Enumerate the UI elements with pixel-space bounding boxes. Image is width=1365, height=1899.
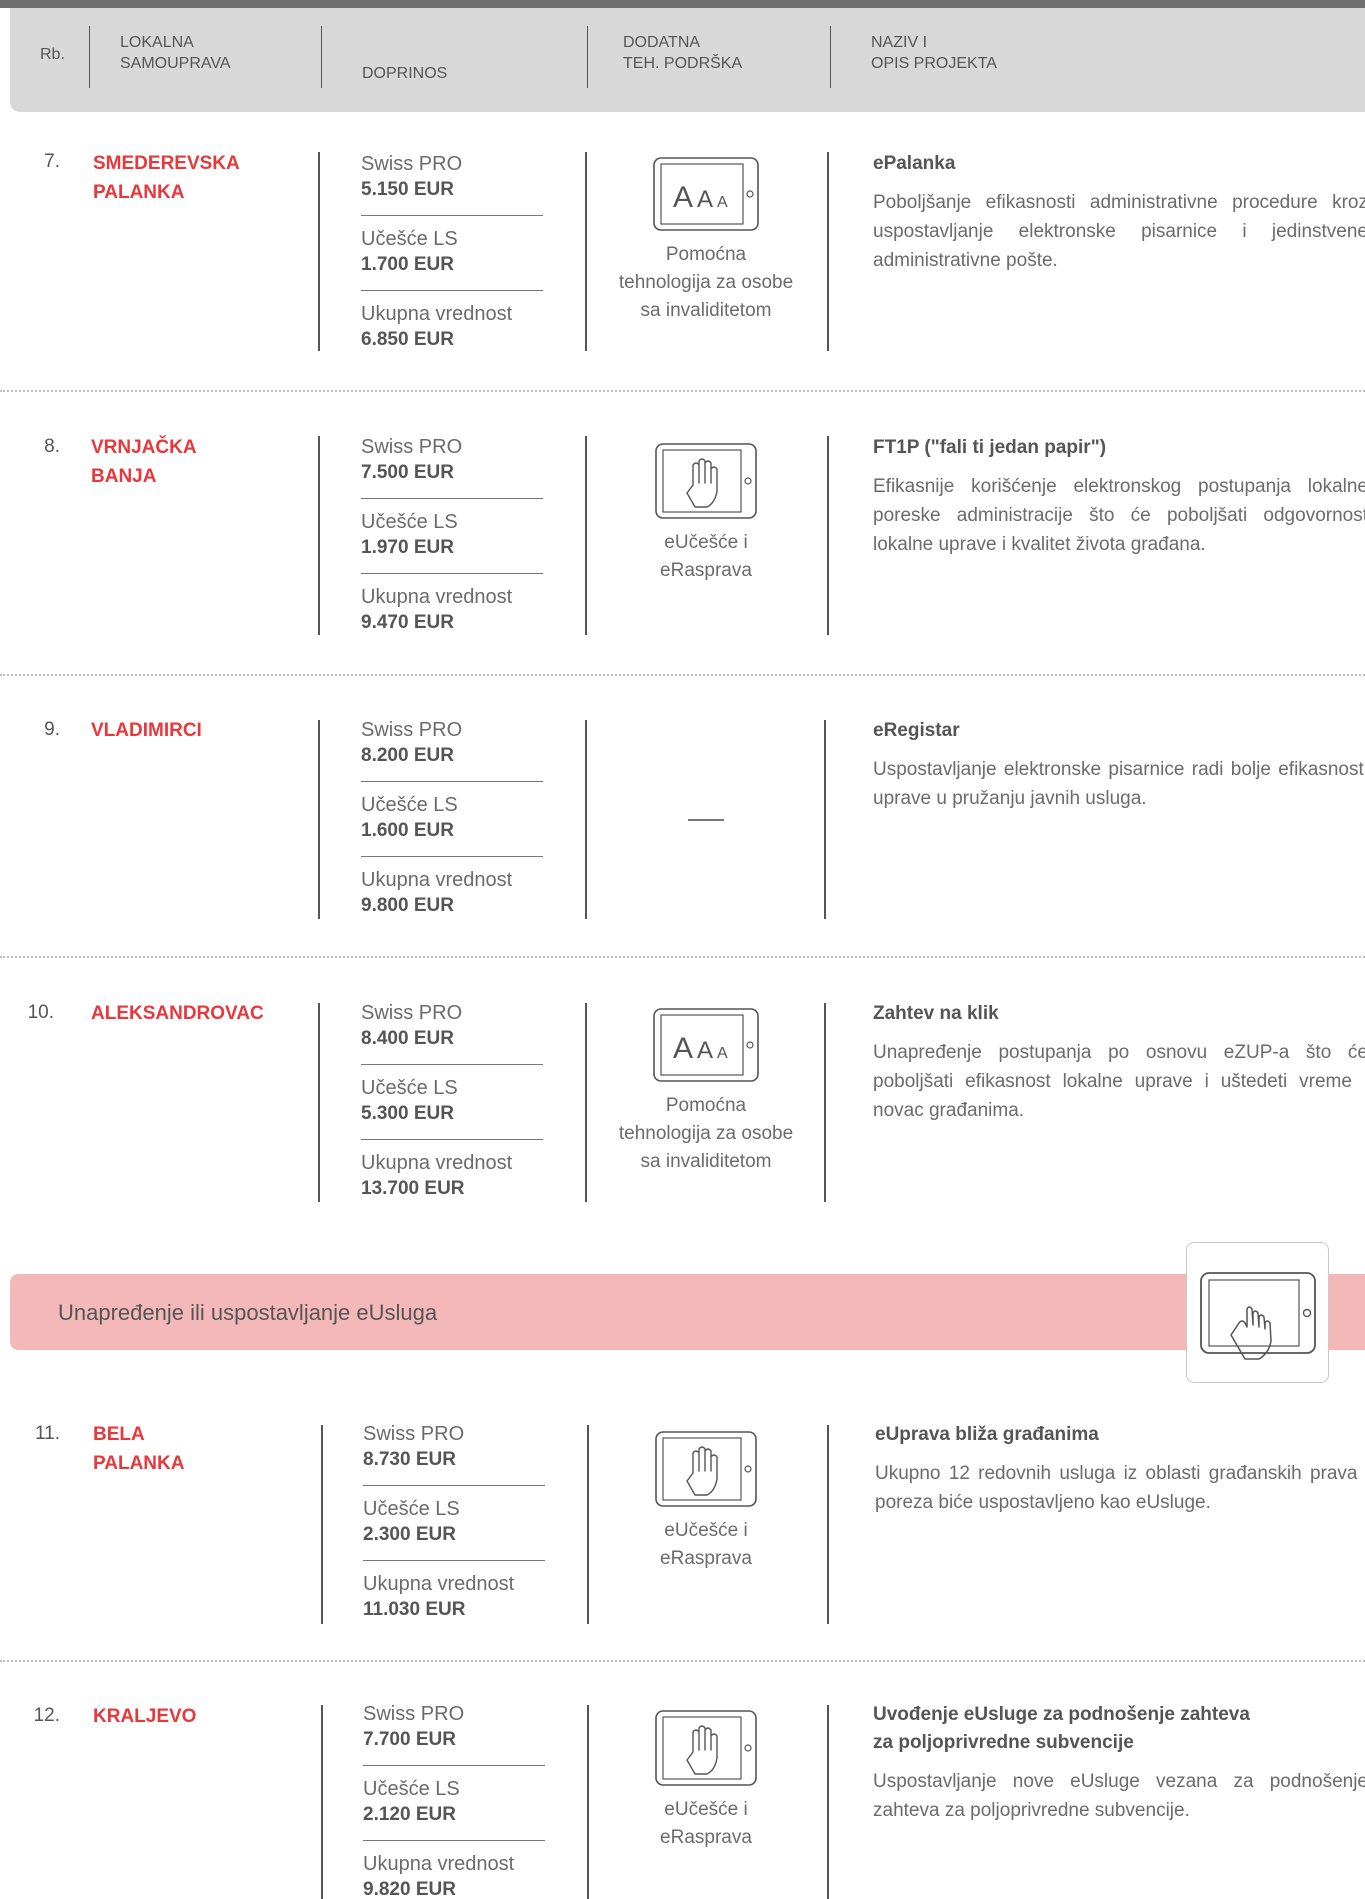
municipality-name: VLADIMIRCI bbox=[91, 720, 202, 741]
contribution-block: Swiss PRO 7.700 EUR Učešće LS 2.120 EUR … bbox=[363, 1701, 545, 1899]
svg-text:A: A bbox=[673, 1032, 693, 1065]
contribution-block: Swiss PRO 7.500 EUR Učešće LS 1.970 EUR … bbox=[361, 434, 543, 636]
municipality-name: BELA PALANKA bbox=[93, 1424, 185, 1474]
svg-text:A: A bbox=[697, 186, 713, 213]
touch-tablet-icon bbox=[655, 1431, 757, 1507]
ukupna-value: 6.850 EUR bbox=[361, 329, 454, 350]
row-separator bbox=[0, 956, 1365, 958]
column-divider bbox=[585, 720, 587, 919]
contribution-block: Swiss PRO 8.200 EUR Učešće LS 1.600 EUR … bbox=[361, 717, 543, 919]
row-number: 8. bbox=[44, 436, 60, 457]
column-divider bbox=[318, 436, 320, 635]
municipality-name: SMEDEREVSKA PALANKA bbox=[93, 153, 240, 203]
header-divider bbox=[321, 26, 322, 88]
no-tech-dash bbox=[688, 819, 724, 821]
text-size-tablet-icon: A A A bbox=[653, 1008, 759, 1082]
tech-support: eUčešće i eRasprava bbox=[586, 1431, 826, 1573]
row-number: 11. bbox=[34, 1423, 60, 1444]
tech-support: eUčešće i eRasprava bbox=[586, 1710, 826, 1852]
project-description: ePalanka Poboljšanje efikasnosti adminis… bbox=[873, 150, 1365, 275]
header-dodatna: DODATNA TEH. PODRŠKA bbox=[623, 34, 743, 72]
tech-support: A A A Pomoćna tehnologija za osobe sa in… bbox=[586, 1008, 826, 1176]
ukupna-label: Ukupna vrednost bbox=[361, 303, 513, 325]
column-divider bbox=[318, 152, 320, 351]
header-rb: Rb. bbox=[40, 46, 65, 63]
touch-tablet-icon bbox=[1186, 1242, 1329, 1383]
ucesce-value: 1.700 EUR bbox=[361, 254, 454, 275]
project-text: Poboljšanje efikasnosti administrativne … bbox=[873, 192, 1365, 271]
text-size-tablet-icon: A A A bbox=[653, 157, 759, 231]
row-number: 7. bbox=[44, 151, 60, 172]
header-naziv: NAZIV I OPIS PROJEKTA bbox=[871, 34, 997, 72]
row-separator bbox=[0, 674, 1365, 676]
row-number: 9. bbox=[44, 719, 60, 740]
top-bar bbox=[0, 0, 1365, 8]
row-number: 10. bbox=[27, 1002, 54, 1023]
municipality-name: VRNJAČKA BANJA bbox=[91, 437, 197, 487]
section-title: Unapređenje ili uspostavljanje eUsluga bbox=[58, 1300, 438, 1325]
row-number: 12. bbox=[33, 1705, 60, 1726]
swiss-label: Swiss PRO bbox=[361, 153, 463, 175]
table-header: Rb. LOKALNA SAMOUPRAVA DOPRINOS DODATNA … bbox=[10, 8, 1365, 112]
column-divider bbox=[824, 720, 826, 919]
column-divider bbox=[321, 1705, 323, 1899]
project-description: Uvođenje eUsluge za podnošenje zahteva z… bbox=[873, 1704, 1365, 1821]
touch-tablet-icon bbox=[655, 1710, 757, 1786]
header-doprinos: DOPRINOS bbox=[362, 65, 448, 82]
svg-text:A: A bbox=[673, 181, 693, 214]
section-banner: Unapređenje ili uspostavljanje eUsluga bbox=[10, 1274, 1365, 1350]
svg-text:A: A bbox=[717, 194, 728, 211]
column-divider bbox=[827, 436, 829, 635]
project-description: Zahtev na klik Unapređenje postupanja po… bbox=[873, 1003, 1365, 1121]
project-description: FT1P ("fali ti jedan papir") Efikasnije … bbox=[873, 437, 1365, 555]
contribution-block: Swiss PRO 8.730 EUR Učešće LS 2.300 EUR … bbox=[363, 1421, 545, 1623]
header-lokalna: LOKALNA SAMOUPRAVA bbox=[120, 34, 231, 72]
municipality-name: KRALJEVO bbox=[93, 1706, 197, 1727]
column-divider bbox=[824, 1003, 826, 1202]
divider bbox=[361, 215, 543, 216]
column-divider bbox=[318, 1003, 320, 1202]
project-description: eUprava bliža građanima Ukupno 12 redovn… bbox=[875, 1424, 1365, 1513]
column-divider bbox=[827, 1705, 829, 1899]
row-separator bbox=[0, 1660, 1365, 1662]
project-description: eRegistar Uspostavljanje elektronske pis… bbox=[873, 720, 1365, 809]
tech-support: A A A Pomoćna tehnologija za osobe sa in… bbox=[586, 157, 826, 325]
column-divider bbox=[321, 1425, 323, 1624]
tech-support: eUčešće i eRasprava bbox=[586, 443, 826, 585]
svg-text:A: A bbox=[717, 1045, 728, 1062]
header-divider bbox=[587, 26, 588, 88]
column-divider bbox=[827, 152, 829, 351]
municipality-name: ALEKSANDROVAC bbox=[91, 1003, 264, 1024]
column-divider bbox=[318, 720, 320, 919]
svg-text:A: A bbox=[697, 1037, 713, 1064]
swiss-value: 5.150 EUR bbox=[361, 179, 454, 200]
header-divider bbox=[89, 26, 90, 88]
contribution-block: Swiss PRO 8.400 EUR Učešće LS 5.300 EUR … bbox=[361, 1000, 543, 1202]
contribution-block: Swiss PRO 5.150 EUR Učešće LS 1.700 EUR … bbox=[361, 151, 543, 353]
project-title: ePalanka bbox=[873, 153, 956, 174]
ucesce-label: Učešće LS bbox=[361, 228, 458, 250]
header-divider bbox=[830, 26, 831, 88]
column-divider bbox=[827, 1425, 829, 1624]
touch-tablet-icon bbox=[655, 443, 757, 519]
divider bbox=[361, 290, 543, 291]
row-separator bbox=[0, 390, 1365, 392]
